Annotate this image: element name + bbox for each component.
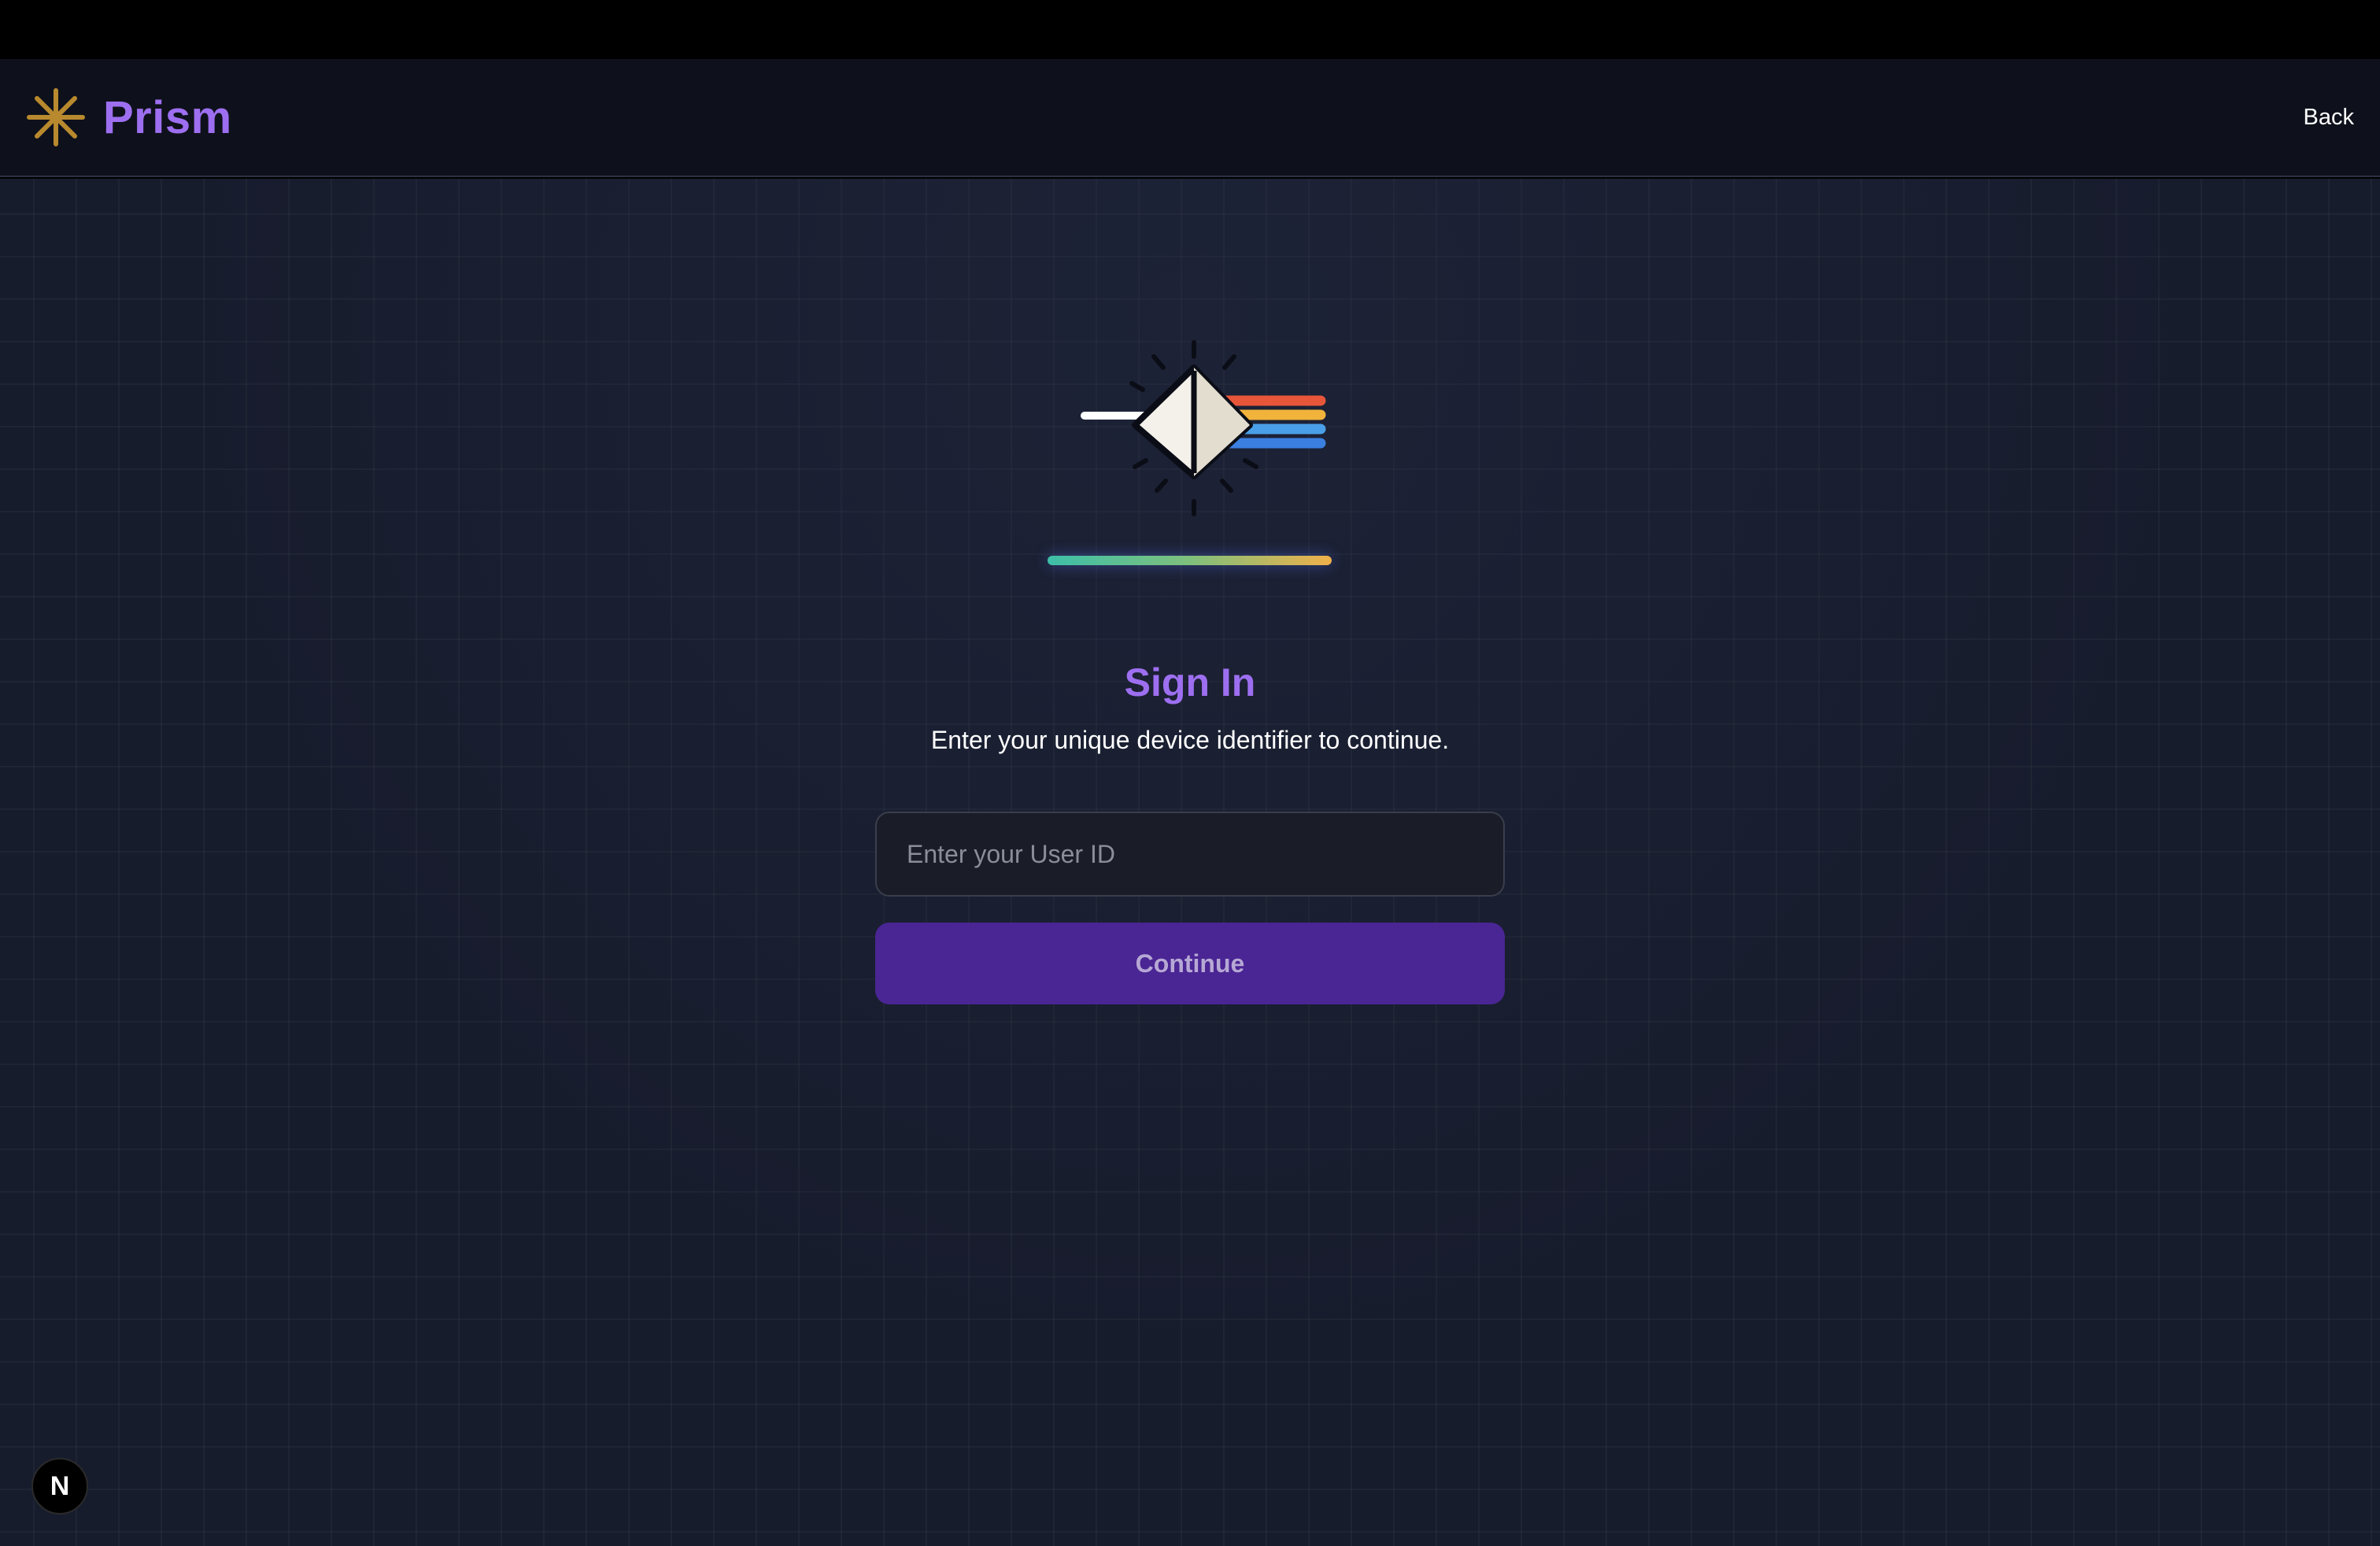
app-header: Prism Back xyxy=(0,59,2380,177)
asterisk-sparkle-icon xyxy=(27,88,85,146)
signin-title: Sign In xyxy=(1124,660,1256,705)
brand-name: Prism xyxy=(103,91,232,143)
brand[interactable]: Prism xyxy=(26,87,232,147)
nextjs-dev-indicator-icon[interactable]: N xyxy=(31,1458,88,1515)
hero-gradient-underline xyxy=(1048,556,1332,565)
back-link[interactable]: Back xyxy=(2304,105,2354,131)
user-id-input[interactable] xyxy=(875,812,1505,897)
signin-subtitle: Enter your unique device identifier to c… xyxy=(930,726,1450,754)
window-top-bar xyxy=(0,0,2380,59)
continue-button[interactable]: Continue xyxy=(875,923,1505,1004)
prism-rainbow-icon xyxy=(1081,340,1326,516)
